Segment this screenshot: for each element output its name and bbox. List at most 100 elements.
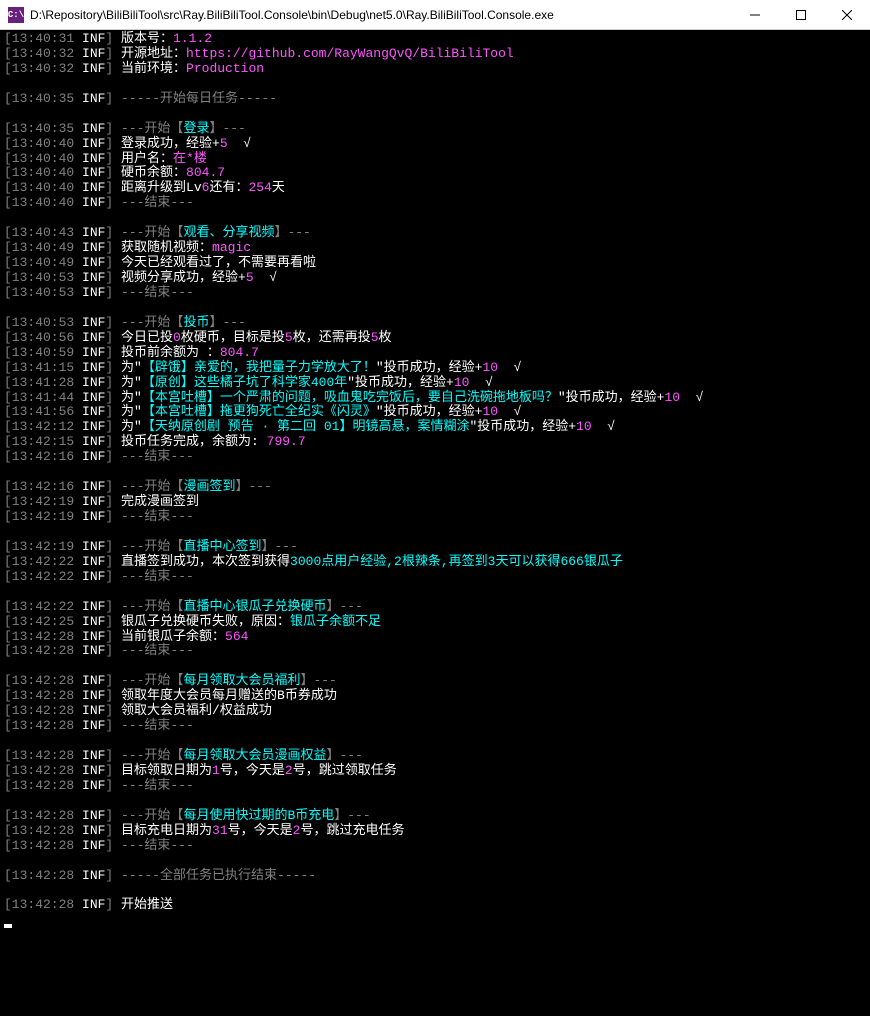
bracket-close: ] (105, 136, 121, 151)
log-segment: 为" (121, 419, 142, 434)
log-level: INF (82, 434, 105, 449)
log-segment: 登录成功，经验+ (121, 136, 220, 151)
terminal-output[interactable]: [13:40:31 INF] 版本号：1.1.2[13:40:32 INF] 开… (0, 30, 870, 1016)
bracket-close: ] (105, 390, 121, 405)
timestamp: [13:40:53 (4, 315, 82, 330)
timestamp: [13:42:28 (4, 897, 82, 912)
log-segment: 号，跳过充电任务 (300, 823, 404, 838)
bracket-close: ] (105, 46, 121, 61)
log-line: [13:42:28 INF] ---开始【每月领取大会员漫画权益】--- (4, 749, 866, 764)
log-segment: "投币成功，经验+ (469, 419, 576, 434)
bracket-close: ] (105, 823, 121, 838)
log-segment: 10 (482, 404, 498, 419)
log-level: INF (82, 748, 105, 763)
log-level: INF (82, 390, 105, 405)
log-level: INF (82, 91, 105, 106)
blank-line (4, 77, 866, 92)
log-segment: 】--- (326, 748, 362, 763)
log-segment: 目标领取日期为 (121, 763, 212, 778)
timestamp: [13:40:32 (4, 46, 82, 61)
blank-line (4, 465, 866, 480)
log-line: [13:42:28 INF] ---结束--- (4, 839, 866, 854)
log-segment: ---结束--- (121, 509, 194, 524)
bracket-close: ] (105, 449, 121, 464)
log-segment: Production (186, 61, 264, 76)
log-line: [13:42:15 INF] 投币任务完成，余额为: 799.7 (4, 435, 866, 450)
log-segment: ---开始【 (121, 225, 183, 240)
log-level: INF (82, 61, 105, 76)
log-segment: ---结束--- (121, 569, 194, 584)
minimize-button[interactable] (732, 0, 778, 29)
log-segment: 10 (576, 419, 592, 434)
log-segment: 【原创】这些橘子坑了科学家400年 (142, 375, 347, 390)
log-segment: 距离升级到Lv (121, 180, 202, 195)
log-level: INF (82, 688, 105, 703)
log-level: INF (82, 240, 105, 255)
log-line: [13:42:22 INF] ---结束--- (4, 570, 866, 585)
log-line: [13:42:19 INF] ---开始【直播中心签到】--- (4, 540, 866, 555)
log-segment: 号，跳过领取任务 (293, 763, 397, 778)
timestamp: [13:42:28 (4, 823, 82, 838)
log-segment: 版本号： (121, 31, 173, 46)
log-segment: ---结束--- (121, 449, 194, 464)
log-segment: 0 (173, 330, 181, 345)
log-segment: 【天纳原创剧 预告 · 第二回 01】明镜高悬，案情糊涂 (142, 419, 470, 434)
log-segment: 银瓜子兑换硬币失败，原因： (121, 614, 290, 629)
timestamp: [13:42:19 (4, 539, 82, 554)
timestamp: [13:42:22 (4, 599, 82, 614)
log-segment: 枚硬币，目标是投 (181, 330, 285, 345)
log-level: INF (82, 404, 105, 419)
log-segment: ---开始【 (121, 673, 183, 688)
timestamp: [13:42:16 (4, 449, 82, 464)
bracket-close: ] (105, 375, 121, 390)
bracket-close: ] (105, 151, 121, 166)
close-button[interactable] (824, 0, 870, 29)
log-level: INF (82, 569, 105, 584)
log-line: [13:40:49 INF] 今天已经观看过了，不需要再看啦 (4, 256, 866, 271)
log-segment: 投币 (183, 315, 209, 330)
log-segment: ---结束--- (121, 778, 194, 793)
cursor-line (4, 913, 866, 928)
log-segment: ---开始【 (121, 808, 183, 823)
log-segment: 号，今天是 (228, 823, 293, 838)
timestamp: [13:42:28 (4, 673, 82, 688)
bracket-close: ] (105, 599, 121, 614)
log-level: INF (82, 673, 105, 688)
timestamp: [13:40:35 (4, 91, 82, 106)
log-level: INF (82, 345, 105, 360)
log-segment: 5 (285, 330, 293, 345)
log-segment: 为" (121, 360, 142, 375)
log-segment: 】--- (235, 479, 271, 494)
bracket-close: ] (105, 434, 121, 449)
log-level: INF (82, 823, 105, 838)
log-line: [13:40:53 INF] 视频分享成功，经验+5 √ (4, 271, 866, 286)
log-segment: √ (469, 375, 492, 390)
log-level: INF (82, 554, 105, 569)
maximize-button[interactable] (778, 0, 824, 29)
log-segment: 投币任务完成，余额为: (121, 434, 267, 449)
log-segment: 】--- (209, 315, 245, 330)
log-line: [13:42:22 INF] ---开始【直播中心银瓜子兑换硬币】--- (4, 600, 866, 615)
timestamp: [13:42:25 (4, 614, 82, 629)
bracket-close: ] (105, 494, 121, 509)
timestamp: [13:40:31 (4, 31, 82, 46)
timestamp: [13:42:19 (4, 494, 82, 509)
log-segment: 在*楼 (173, 151, 207, 166)
log-level: INF (82, 614, 105, 629)
log-line: [13:40:32 INF] 当前环境：Production (4, 62, 866, 77)
log-level: INF (82, 643, 105, 658)
bracket-close: ] (105, 673, 121, 688)
log-segment: ---结束--- (121, 285, 194, 300)
log-segment: 观看、分享视频 (183, 225, 274, 240)
log-level: INF (82, 763, 105, 778)
log-level: INF (82, 479, 105, 494)
log-line: [13:42:28 INF] ---开始【每月使用快过期的B币充电】--- (4, 809, 866, 824)
log-line: [13:42:25 INF] 银瓜子兑换硬币失败，原因：银瓜子余额不足 (4, 615, 866, 630)
bracket-close: ] (105, 285, 121, 300)
log-segment: 枚，还需再投 (293, 330, 371, 345)
blank-line (4, 883, 866, 898)
log-level: INF (82, 897, 105, 912)
log-line: [13:40:53 INF] ---开始【投币】--- (4, 316, 866, 331)
log-line: [13:41:28 INF] 为"【原创】这些橘子坑了科学家400年"投币成功，… (4, 376, 866, 391)
log-segment: 直播中心银瓜子兑换硬币 (183, 599, 326, 614)
